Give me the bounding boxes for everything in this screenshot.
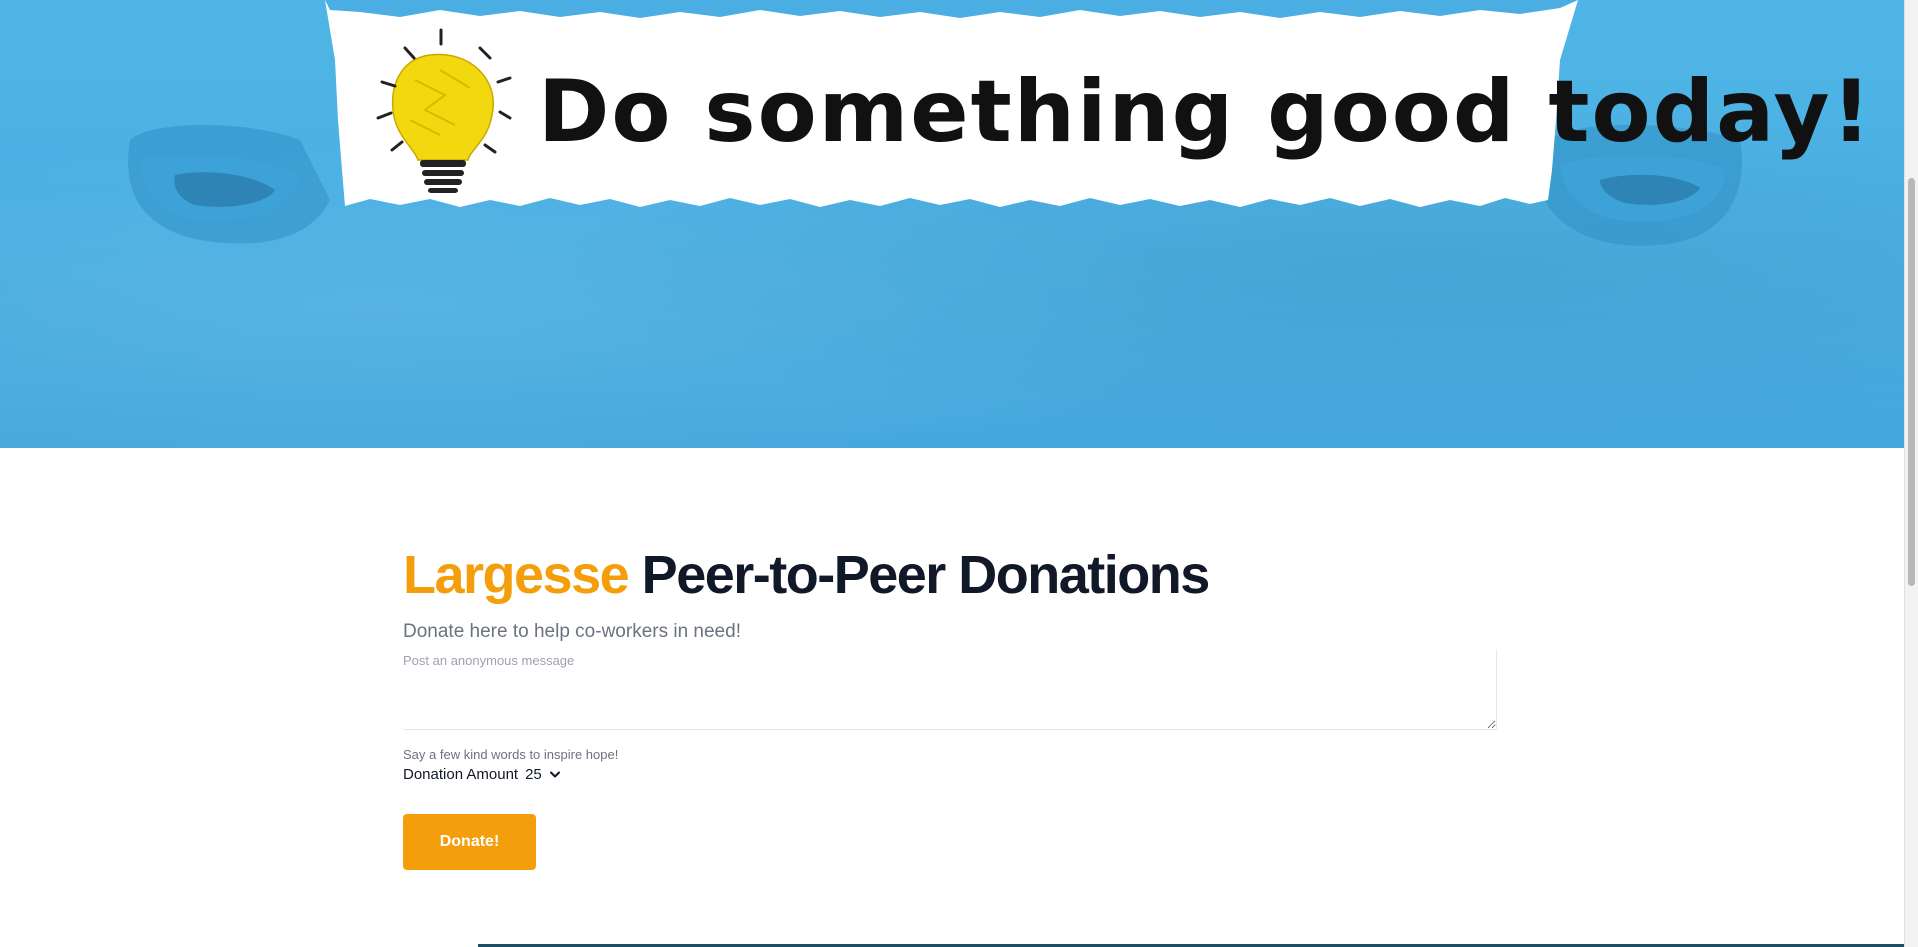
page-viewport: Do something good today! Largesse Peer-t… — [0, 0, 1904, 947]
donate-button[interactable]: Donate! — [403, 814, 536, 870]
banner-slogan: Do something good today! — [538, 62, 1873, 162]
donation-amount-value: 25 — [525, 766, 542, 783]
page-subtitle: Donate here to help co-workers in need! — [403, 621, 741, 642]
anonymous-message-input[interactable] — [403, 649, 1497, 730]
chevron-down-icon — [549, 771, 560, 777]
brand-name: Largesse — [403, 545, 630, 605]
page-scrollbar[interactable] — [1904, 0, 1918, 947]
hero-banner: Do something good today! — [0, 0, 1904, 448]
donation-amount-label: Donation Amount — [403, 766, 519, 783]
donation-amount-row: Donation Amount 25 — [403, 766, 560, 783]
page-title: Largesse Peer-to-Peer Donations — [403, 540, 1499, 610]
scrollbar-thumb[interactable] — [1908, 178, 1915, 586]
message-hint: Say a few kind words to inspire hope! — [403, 747, 619, 762]
donation-form: Largesse Peer-to-Peer Donations Donate h… — [403, 540, 1499, 870]
donation-amount-select[interactable]: 25 — [525, 766, 560, 783]
page-title-text: Peer-to-Peer Donations — [641, 545, 1211, 605]
